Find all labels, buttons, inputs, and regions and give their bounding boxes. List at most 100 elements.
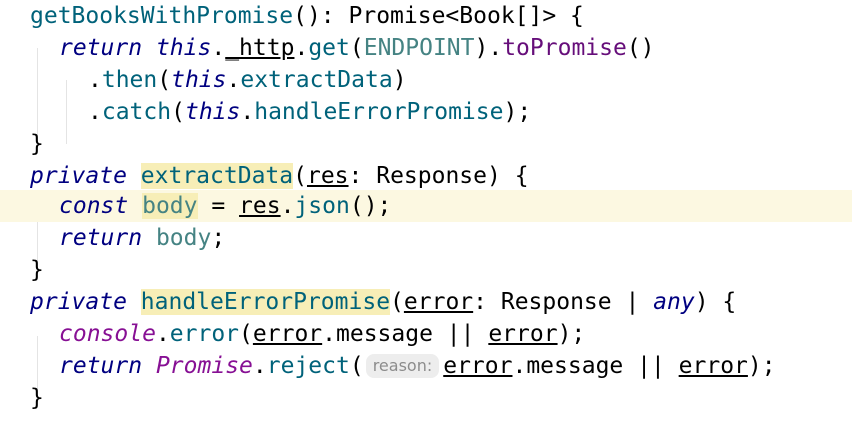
keyword: any (653, 289, 695, 315)
method-name: reject (266, 353, 350, 379)
function-declaration: extractData (140, 163, 294, 189)
keyword: this (155, 35, 212, 61)
code-line-content: } (30, 382, 44, 414)
method-name: json (294, 193, 350, 219)
code-line-content: .catch(this.handleErrorPromise); (88, 96, 531, 128)
parameter: error (252, 321, 323, 347)
code-token: ). (474, 35, 503, 61)
code-line[interactable]: private extractData(res: Response) { (0, 160, 852, 192)
code-line[interactable]: private handleErrorPromise(error: Respon… (0, 286, 852, 318)
code-line[interactable]: return body; (0, 222, 852, 254)
code-line-content: const body = res.json(); (59, 190, 391, 222)
method-name: extractData (240, 67, 393, 93)
code-token: : Response | (473, 289, 654, 315)
keyword: return (59, 35, 143, 61)
code-token: ( (157, 67, 172, 93)
code-token: (): Promise<Book[]> { (293, 3, 584, 29)
code-line-content: return this._http.get(ENDPOINT).toPromis… (59, 32, 655, 64)
keyword: private (30, 163, 127, 189)
code-token: ); (747, 353, 776, 379)
parameter: error (678, 353, 748, 379)
keyword: private (30, 289, 127, 315)
code-token: .message || (322, 321, 489, 347)
code-line-content: .then(this.extractData) (88, 64, 407, 96)
method-name: handleErrorPromise (254, 99, 504, 125)
code-token: ( (239, 321, 253, 347)
code-token: ( (349, 35, 364, 61)
code-token: ( (390, 289, 404, 315)
code-line-content: private handleErrorPromise(error: Respon… (30, 286, 736, 318)
constant-name: ENDPOINT (363, 35, 475, 61)
code-token: ( (293, 163, 307, 189)
code-token: ); (557, 321, 586, 347)
code-token: ) (392, 67, 407, 93)
function-declaration: handleErrorPromise (140, 289, 391, 315)
code-line-content: return body; (59, 222, 225, 254)
code-line[interactable]: .catch(this.handleErrorPromise); (0, 96, 852, 128)
code-token: ( (349, 353, 364, 379)
parameter: error (488, 321, 558, 347)
method-name: catch (101, 99, 172, 125)
code-line-content: getBooksWithPromise(): Promise<Book[]> { (30, 0, 584, 32)
code-token: . (88, 67, 102, 93)
code-token: ( (171, 99, 185, 125)
current-code-line[interactable]: const body = res.json(); (0, 190, 852, 222)
parameter: res (306, 163, 349, 189)
code-editor[interactable]: getBooksWithPromise(): Promise<Book[]> {… (0, 0, 852, 434)
code-token: . (88, 99, 102, 125)
local-variable-declaration: body (142, 193, 198, 219)
method-name: toPromise (502, 35, 627, 61)
code-token: .message || (512, 353, 679, 379)
code-token: ) { (694, 289, 737, 315)
code-token: . (280, 193, 295, 219)
method-name: get (308, 35, 350, 61)
code-line[interactable]: getBooksWithPromise(): Promise<Book[]> { (0, 0, 852, 32)
code-line-content: return Promise.reject(reason: error.messa… (59, 350, 776, 382)
code-line[interactable]: } (0, 128, 852, 160)
parameter-hint: reason: (365, 354, 440, 378)
global-object: console (59, 321, 156, 347)
type-name: Promise (155, 353, 253, 379)
code-token: = (197, 193, 240, 219)
code-token: ); (503, 99, 532, 125)
code-token: () (626, 35, 655, 61)
function-name: getBooksWithPromise (30, 3, 294, 29)
keyword: this (171, 67, 227, 93)
code-token: . (155, 321, 170, 347)
code-token: . (252, 353, 267, 379)
code-token: } (30, 131, 44, 157)
code-token: . (211, 35, 226, 61)
code-line-content: } (30, 254, 44, 286)
code-token: . (294, 35, 309, 61)
code-token: } (30, 385, 44, 411)
code-line[interactable]: return Promise.reject(reason: error.messa… (0, 350, 852, 382)
keyword: return (59, 225, 143, 251)
property-name: _http (225, 35, 295, 61)
code-line[interactable]: console.error(error.message || error); (0, 318, 852, 350)
keyword: this (184, 99, 241, 125)
method-name: error (169, 321, 240, 347)
parameter: error (443, 353, 513, 379)
parameter: res (239, 193, 281, 219)
code-token: : Response) { (348, 163, 529, 189)
code-token: . (226, 67, 241, 93)
code-line[interactable]: } (0, 254, 852, 286)
code-token: ; (211, 225, 226, 251)
code-token: (); (349, 193, 392, 219)
code-token: . (240, 99, 255, 125)
keyword: const (59, 193, 129, 219)
code-line-content: console.error(error.message || error); (59, 318, 585, 350)
code-line[interactable]: return this._http.get(ENDPOINT).toPromis… (0, 32, 852, 64)
code-line-content: private extractData(res: Response) { (30, 160, 529, 192)
code-token: } (30, 257, 44, 283)
code-line-content: } (30, 128, 44, 160)
code-line[interactable]: .then(this.extractData) (0, 64, 852, 96)
code-line[interactable]: } (0, 382, 852, 414)
keyword: return (59, 353, 143, 379)
